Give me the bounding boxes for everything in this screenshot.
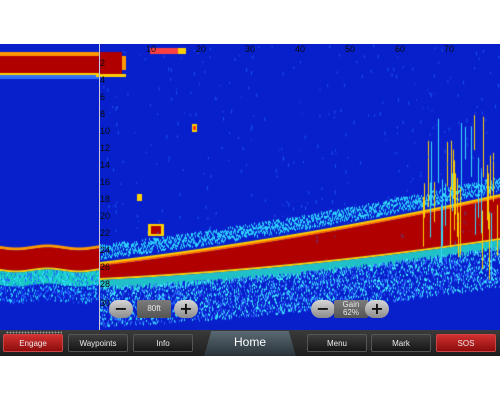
top-axis-label: 70 [444,44,455,54]
gain-value-text: 62% [342,308,359,317]
gain-minus-button[interactable]: − [311,300,335,318]
engage-button[interactable]: Engage [3,334,63,352]
softkey-bar: Engage Waypoints Info Home Menu Mark SOS [0,330,500,356]
top-axis-label: 30 [245,44,256,54]
depth-label: 4 [100,75,106,85]
menu-button[interactable]: Menu [307,334,367,352]
info-button[interactable]: Info [133,334,193,352]
sonar-display[interactable]: 10 20 30 40 50 60 70 2 4 6 8 10 12 14 16… [0,44,500,356]
depth-label: 14 [100,160,111,170]
depth-label: 24 [100,245,111,255]
sonar-image [0,44,500,330]
sos-button[interactable]: SOS [436,334,496,352]
depth-label: 6 [100,92,106,102]
range-value-text: 80ft [147,304,161,313]
top-axis-label: 40 [295,44,306,54]
range-plus-button[interactable]: + [174,300,198,318]
top-axis-label: 50 [345,44,356,54]
mark-button[interactable]: Mark [371,334,431,352]
depth-label: 2 [100,58,106,68]
depth-label: 28 [100,279,111,289]
range-minus-button[interactable]: − [109,300,133,318]
depth-label: 22 [100,228,111,238]
gain-value: Gain 62% [334,300,368,318]
depth-label: 26 [100,262,111,272]
top-axis-label: 10 [146,44,157,54]
depth-label: 18 [100,194,111,204]
depth-label: 12 [100,143,111,153]
depth-label: 20 [100,211,111,221]
range-value: 80ft [137,300,171,318]
gain-plus-button[interactable]: + [365,300,389,318]
top-axis-label: 60 [395,44,406,54]
depth-label: 8 [100,109,106,119]
top-axis-label: 20 [196,44,207,54]
depth-label: 16 [100,177,111,187]
home-button[interactable]: Home [204,331,296,356]
depth-label: 10 [100,126,111,136]
waypoints-button[interactable]: Waypoints [68,334,128,352]
